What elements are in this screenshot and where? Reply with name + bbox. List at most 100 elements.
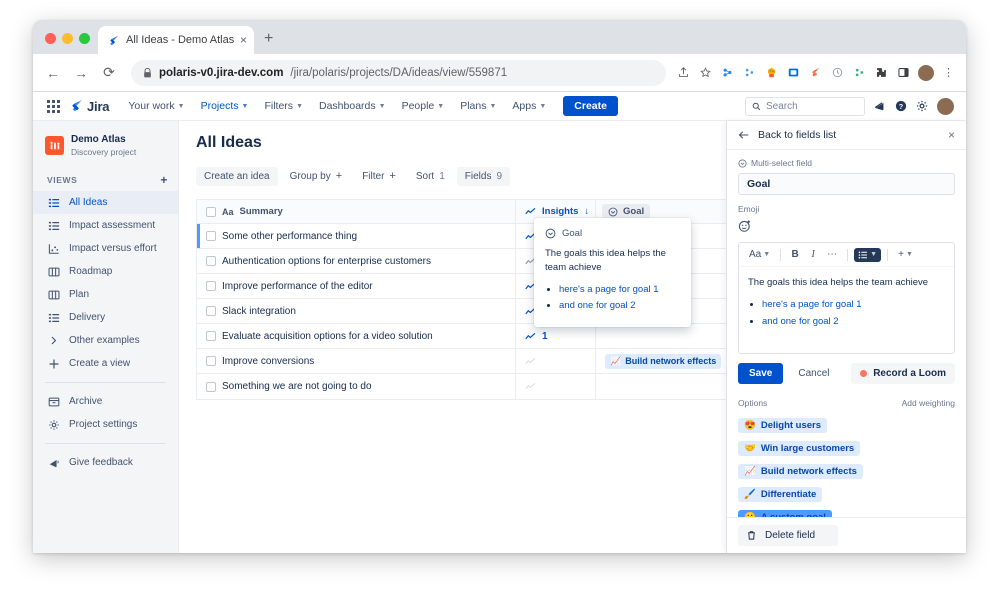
sidebar-item-impact-versus-effort[interactable]: Impact versus effort: [33, 237, 178, 260]
user-avatar[interactable]: [937, 97, 954, 115]
cell-goal[interactable]: [595, 374, 726, 399]
extension-blue-icon[interactable]: [720, 65, 735, 80]
cell-summary[interactable]: Evaluate acquisition options for a video…: [197, 324, 515, 348]
sidebar-item-other-examples[interactable]: Other examples: [33, 329, 178, 352]
table-row[interactable]: Evaluate acquisition options for a video…: [197, 324, 726, 349]
extension-colorful-icon[interactable]: [764, 65, 779, 80]
option-tag[interactable]: 🖌️ Differentiate: [738, 487, 823, 502]
arrow-left-icon[interactable]: [738, 129, 750, 141]
app-switcher-icon[interactable]: [43, 96, 63, 116]
reload-button[interactable]: ⟳: [97, 61, 121, 85]
url-input[interactable]: polaris-v0.jira-dev.com/jira/polaris/pro…: [131, 59, 666, 86]
editor-list-item[interactable]: here's a page for goal 1: [762, 296, 945, 313]
row-checkbox[interactable]: [206, 231, 216, 241]
forward-button[interactable]: →: [69, 61, 93, 85]
editor-content[interactable]: The goals this idea helps the team achie…: [739, 267, 954, 353]
add-view-button[interactable]: +: [160, 173, 168, 187]
new-tab-button[interactable]: +: [254, 30, 283, 54]
group-by-button[interactable]: Group by +: [282, 166, 351, 186]
row-checkbox[interactable]: [206, 281, 216, 291]
option-tag[interactable]: 🤫 A custom goal: [738, 510, 832, 517]
settings-gear-icon[interactable]: [916, 100, 928, 112]
create-button[interactable]: Create: [563, 96, 618, 116]
fields-button[interactable]: Fields 9: [456, 166, 511, 186]
bold-button[interactable]: B: [787, 247, 803, 262]
tooltip-link[interactable]: here's a page for goal 1: [559, 282, 680, 299]
cell-insights[interactable]: 1: [515, 324, 595, 348]
extension-monitor-icon[interactable]: [786, 65, 801, 80]
table-row[interactable]: Something we are not going to do Won't d…: [197, 374, 726, 399]
sidebar-item-archive[interactable]: Archive: [33, 390, 178, 413]
cell-summary[interactable]: Slack integration: [197, 299, 515, 323]
jira-extension-icon[interactable]: [808, 65, 823, 80]
extension-blue2-icon[interactable]: [742, 65, 757, 80]
row-checkbox[interactable]: [206, 331, 216, 341]
sidebar-item-create-a-view[interactable]: Create a view: [33, 352, 178, 375]
sidebar-item-all-ideas[interactable]: All Ideas: [33, 191, 178, 215]
sidebar-item-give-feedback[interactable]: Give feedback: [33, 451, 178, 474]
add-emoji-icon[interactable]: [738, 219, 955, 233]
editor-list-item[interactable]: and one for goal 2: [762, 313, 945, 330]
option-item[interactable]: 📈 Build network effects: [738, 461, 955, 479]
table-row[interactable]: Improve conversions 📈 Build network effe…: [197, 349, 726, 374]
kebab-menu-icon[interactable]: ⋮: [941, 65, 956, 80]
bookmark-star-icon[interactable]: [698, 65, 713, 80]
project-header[interactable]: Demo Atlas Discovery project: [33, 129, 178, 167]
help-icon[interactable]: ?: [895, 100, 907, 112]
option-item[interactable]: 😍 Delight users: [738, 415, 955, 433]
option-tag[interactable]: 🤝 Win large customers: [738, 441, 861, 456]
sidebar-item-delivery[interactable]: Delivery: [33, 306, 178, 329]
cell-summary[interactable]: Authentication options for enterprise cu…: [197, 249, 515, 273]
select-all-checkbox[interactable]: [206, 206, 216, 217]
row-checkbox[interactable]: [206, 356, 216, 366]
row-checkbox[interactable]: [206, 306, 216, 316]
option-item[interactable]: 🤫 A custom goal: [738, 507, 955, 517]
option-tag[interactable]: 📈 Build network effects: [738, 464, 863, 479]
search-input[interactable]: Search: [745, 96, 865, 116]
share-icon[interactable]: [676, 65, 691, 80]
puzzle-icon[interactable]: [874, 65, 889, 80]
field-name-input[interactable]: Goal: [738, 173, 955, 195]
maximize-window-button[interactable]: [79, 33, 90, 44]
nav-item-your-work[interactable]: Your work ▼: [121, 96, 191, 116]
filter-button[interactable]: Filter +: [354, 166, 404, 186]
sidebar-item-impact-assessment[interactable]: Impact assessment: [33, 214, 178, 237]
nav-item-dashboards[interactable]: Dashboards ▼: [312, 96, 393, 116]
save-button[interactable]: Save: [738, 363, 784, 384]
option-tag[interactable]: 😍 Delight users: [738, 418, 828, 433]
nav-item-projects[interactable]: Projects ▼: [194, 96, 256, 116]
cell-goal[interactable]: 📈 Build network effects: [595, 349, 726, 373]
back-to-fields-list-link[interactable]: Back to fields list: [758, 129, 836, 141]
cell-goal[interactable]: [595, 324, 726, 348]
nav-item-filters[interactable]: Filters ▼: [257, 96, 310, 116]
column-header-summary[interactable]: Aa Summary: [197, 200, 515, 223]
option-item[interactable]: 🖌️ Differentiate: [738, 484, 955, 502]
insert-button[interactable]: + ▼: [894, 247, 917, 262]
sidebar-item-plan[interactable]: Plan: [33, 283, 178, 306]
tooltip-link[interactable]: and one for goal 2: [559, 298, 680, 315]
cell-summary[interactable]: Some other performance thing: [197, 224, 515, 248]
extension-clock-icon[interactable]: [830, 65, 845, 80]
italic-button[interactable]: I: [805, 247, 821, 262]
close-tab-icon[interactable]: ×: [240, 34, 247, 46]
list-button[interactable]: ▼: [854, 247, 882, 262]
option-item[interactable]: 🤝 Win large customers: [738, 438, 955, 456]
browser-tab[interactable]: All Ideas - Demo Atlas - Jira Pr ×: [98, 26, 255, 54]
cell-summary[interactable]: Improve conversions: [197, 349, 515, 373]
text-style-button[interactable]: Aa ▼: [745, 247, 774, 262]
add-weighting-link[interactable]: Add weighting: [902, 398, 955, 408]
nav-item-apps[interactable]: Apps ▼: [505, 96, 553, 116]
create-an-idea-button[interactable]: Create an idea: [196, 166, 278, 186]
cell-summary[interactable]: Improve performance of the editor: [197, 274, 515, 298]
close-icon[interactable]: ×: [948, 128, 955, 142]
record-a-loom-button[interactable]: Record a Loom: [851, 363, 955, 384]
row-checkbox[interactable]: [206, 381, 216, 392]
profile-avatar[interactable]: [918, 64, 934, 81]
cell-summary[interactable]: Something we are not going to do: [197, 374, 515, 399]
description-editor[interactable]: Aa ▼ B I ⋯ ▼ + ▼ The goals this idea hel…: [738, 242, 955, 354]
row-checkbox[interactable]: [206, 256, 216, 266]
extension-green-icon[interactable]: [852, 65, 867, 80]
minimize-window-button[interactable]: [62, 33, 73, 44]
sidebar-item-roadmap[interactable]: Roadmap: [33, 260, 178, 283]
cell-insights[interactable]: [515, 374, 595, 399]
